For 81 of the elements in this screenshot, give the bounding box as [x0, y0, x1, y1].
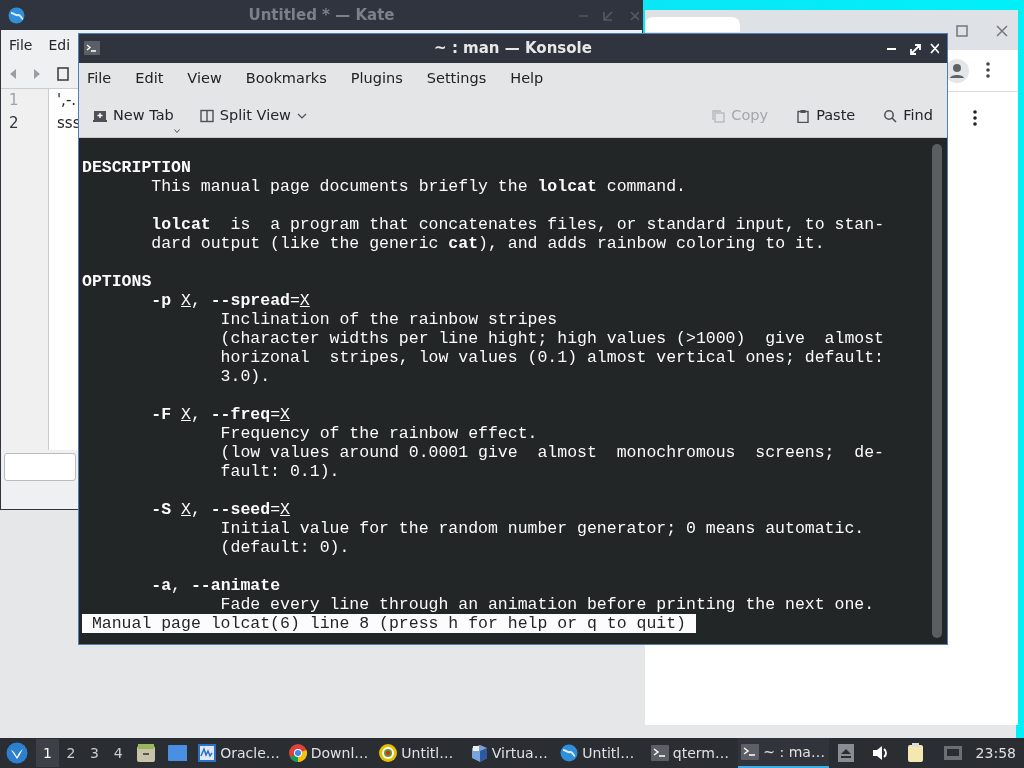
taskbar-button[interactable]: Virtua…	[466, 738, 558, 768]
terminal-icon	[650, 744, 669, 762]
globe-icon	[560, 744, 579, 762]
taskbar-button[interactable]: Untitl…	[557, 738, 648, 768]
terminal-line: dard output (like the generic cat), and adds rainbow coloring to it.	[151, 234, 825, 253]
input-field[interactable]	[4, 453, 76, 481]
globe-icon	[8, 7, 25, 24]
terminal-line: 3.0).	[220, 367, 271, 386]
scrollbar[interactable]	[932, 144, 942, 638]
menu-item[interactable]: File	[87, 68, 112, 90]
line-number: 1	[8, 90, 20, 111]
desktop-icon[interactable]	[167, 744, 188, 762]
copy-icon	[711, 109, 726, 123]
menu-item[interactable]: Edit	[135, 68, 164, 90]
caret-icon	[173, 128, 180, 133]
virtual-machine-icon	[469, 744, 488, 762]
terminal-line: Initial value for the random number generator; 0 means automatic.	[220, 519, 865, 538]
start-menu-icon[interactable]	[6, 742, 28, 764]
window-title: ~ : man — Konsole	[434, 38, 592, 60]
terminal-line: -F X, --freq=X	[151, 405, 290, 424]
menu-item[interactable]: Settings	[426, 68, 487, 90]
volume-icon[interactable]	[871, 745, 890, 761]
terminal-line: OPTIONS	[82, 272, 152, 291]
menu-item[interactable]: View	[187, 68, 222, 90]
terminal-line: Frequency of the rainbow effect.	[220, 424, 538, 443]
taskbar-button[interactable]: Downl…	[285, 738, 377, 768]
menu-item[interactable]: File	[9, 34, 33, 56]
taskbar-button[interactable]: Untitl…	[376, 738, 467, 768]
menu-item[interactable]: Help	[510, 68, 544, 90]
terminal-line: (low values around 0.0001 give almost monochromous screens; de-	[220, 443, 885, 462]
terminal-line: (default: 0).	[220, 538, 350, 557]
monitor-icon	[198, 744, 217, 762]
terminal-line: Fade every line through an animation before printing the next one.	[220, 595, 875, 614]
taskbar-button[interactable]: Oracle…	[195, 738, 286, 768]
split-view-icon	[199, 109, 214, 123]
window-title: Untitled * — Kate	[248, 5, 395, 27]
close-icon[interactable]	[996, 25, 1008, 37]
line-number: 2	[8, 112, 20, 134]
search-icon	[883, 109, 898, 123]
forward-icon[interactable]	[33, 69, 41, 79]
terminal-line: Inclination of the rainbow stripes	[220, 310, 558, 329]
save-icon[interactable]	[57, 67, 69, 81]
back-icon[interactable]	[9, 69, 17, 79]
menu-item[interactable]: Edi	[48, 34, 71, 56]
menu-item[interactable]: Plugins	[350, 68, 403, 90]
clock[interactable]: 23:58	[975, 742, 1016, 764]
terminal-line: fault: 0.1).	[220, 462, 340, 481]
terminal-icon	[84, 41, 100, 55]
workspace-button[interactable]: 3	[82, 739, 107, 767]
toolbar-button[interactable]: Split View	[193, 103, 313, 129]
target-icon	[379, 744, 398, 762]
terminal-line: -p X, --spread=X	[151, 291, 310, 310]
terminal-line: -S X, --seed=X	[151, 500, 290, 519]
taskbar-button[interactable]: ~ : ma…	[738, 738, 829, 768]
terminal-line: horizonal stripes, low values (0.1) almost vertical ones; default:	[220, 348, 885, 367]
caret-icon	[296, 113, 307, 119]
workspace-button[interactable]: 4	[106, 739, 130, 767]
menu-icon[interactable]	[986, 62, 990, 78]
network-icon[interactable]	[942, 745, 963, 761]
new-tab-icon	[93, 109, 107, 123]
eject-icon[interactable]	[837, 744, 854, 762]
menu-icon[interactable]	[973, 110, 977, 126]
clipboard-icon[interactable]	[907, 743, 925, 763]
file-cabinet-icon[interactable]	[135, 743, 156, 763]
terminal-icon	[741, 743, 760, 761]
terminal-line: This manual page documents briefly the lolcat command.	[151, 177, 686, 196]
terminal-line: lolcat is a program that concatenates files, or standard input, to stan-	[151, 215, 885, 234]
toolbar-button[interactable]: Find	[877, 103, 939, 129]
chrome-icon	[288, 744, 307, 762]
terminal-line: DESCRIPTION	[82, 158, 191, 177]
clipboard-icon	[796, 109, 811, 123]
workspace-button[interactable]: 1	[35, 739, 60, 767]
taskbar-button[interactable]: qterm…	[647, 738, 739, 768]
workspace-button[interactable]: 2	[59, 739, 83, 767]
terminal-line: (character widths per line hight; high values (>1000) give almost	[220, 329, 885, 348]
code-line: ',-.	[57, 90, 77, 111]
toolbar-button[interactable]: New Tab	[87, 103, 180, 129]
maximize-icon[interactable]	[956, 25, 968, 37]
menu-item[interactable]: Bookmarks	[245, 68, 327, 90]
toolbar-button[interactable]: Paste	[790, 103, 862, 129]
terminal-line: -a, --animate	[151, 576, 281, 595]
